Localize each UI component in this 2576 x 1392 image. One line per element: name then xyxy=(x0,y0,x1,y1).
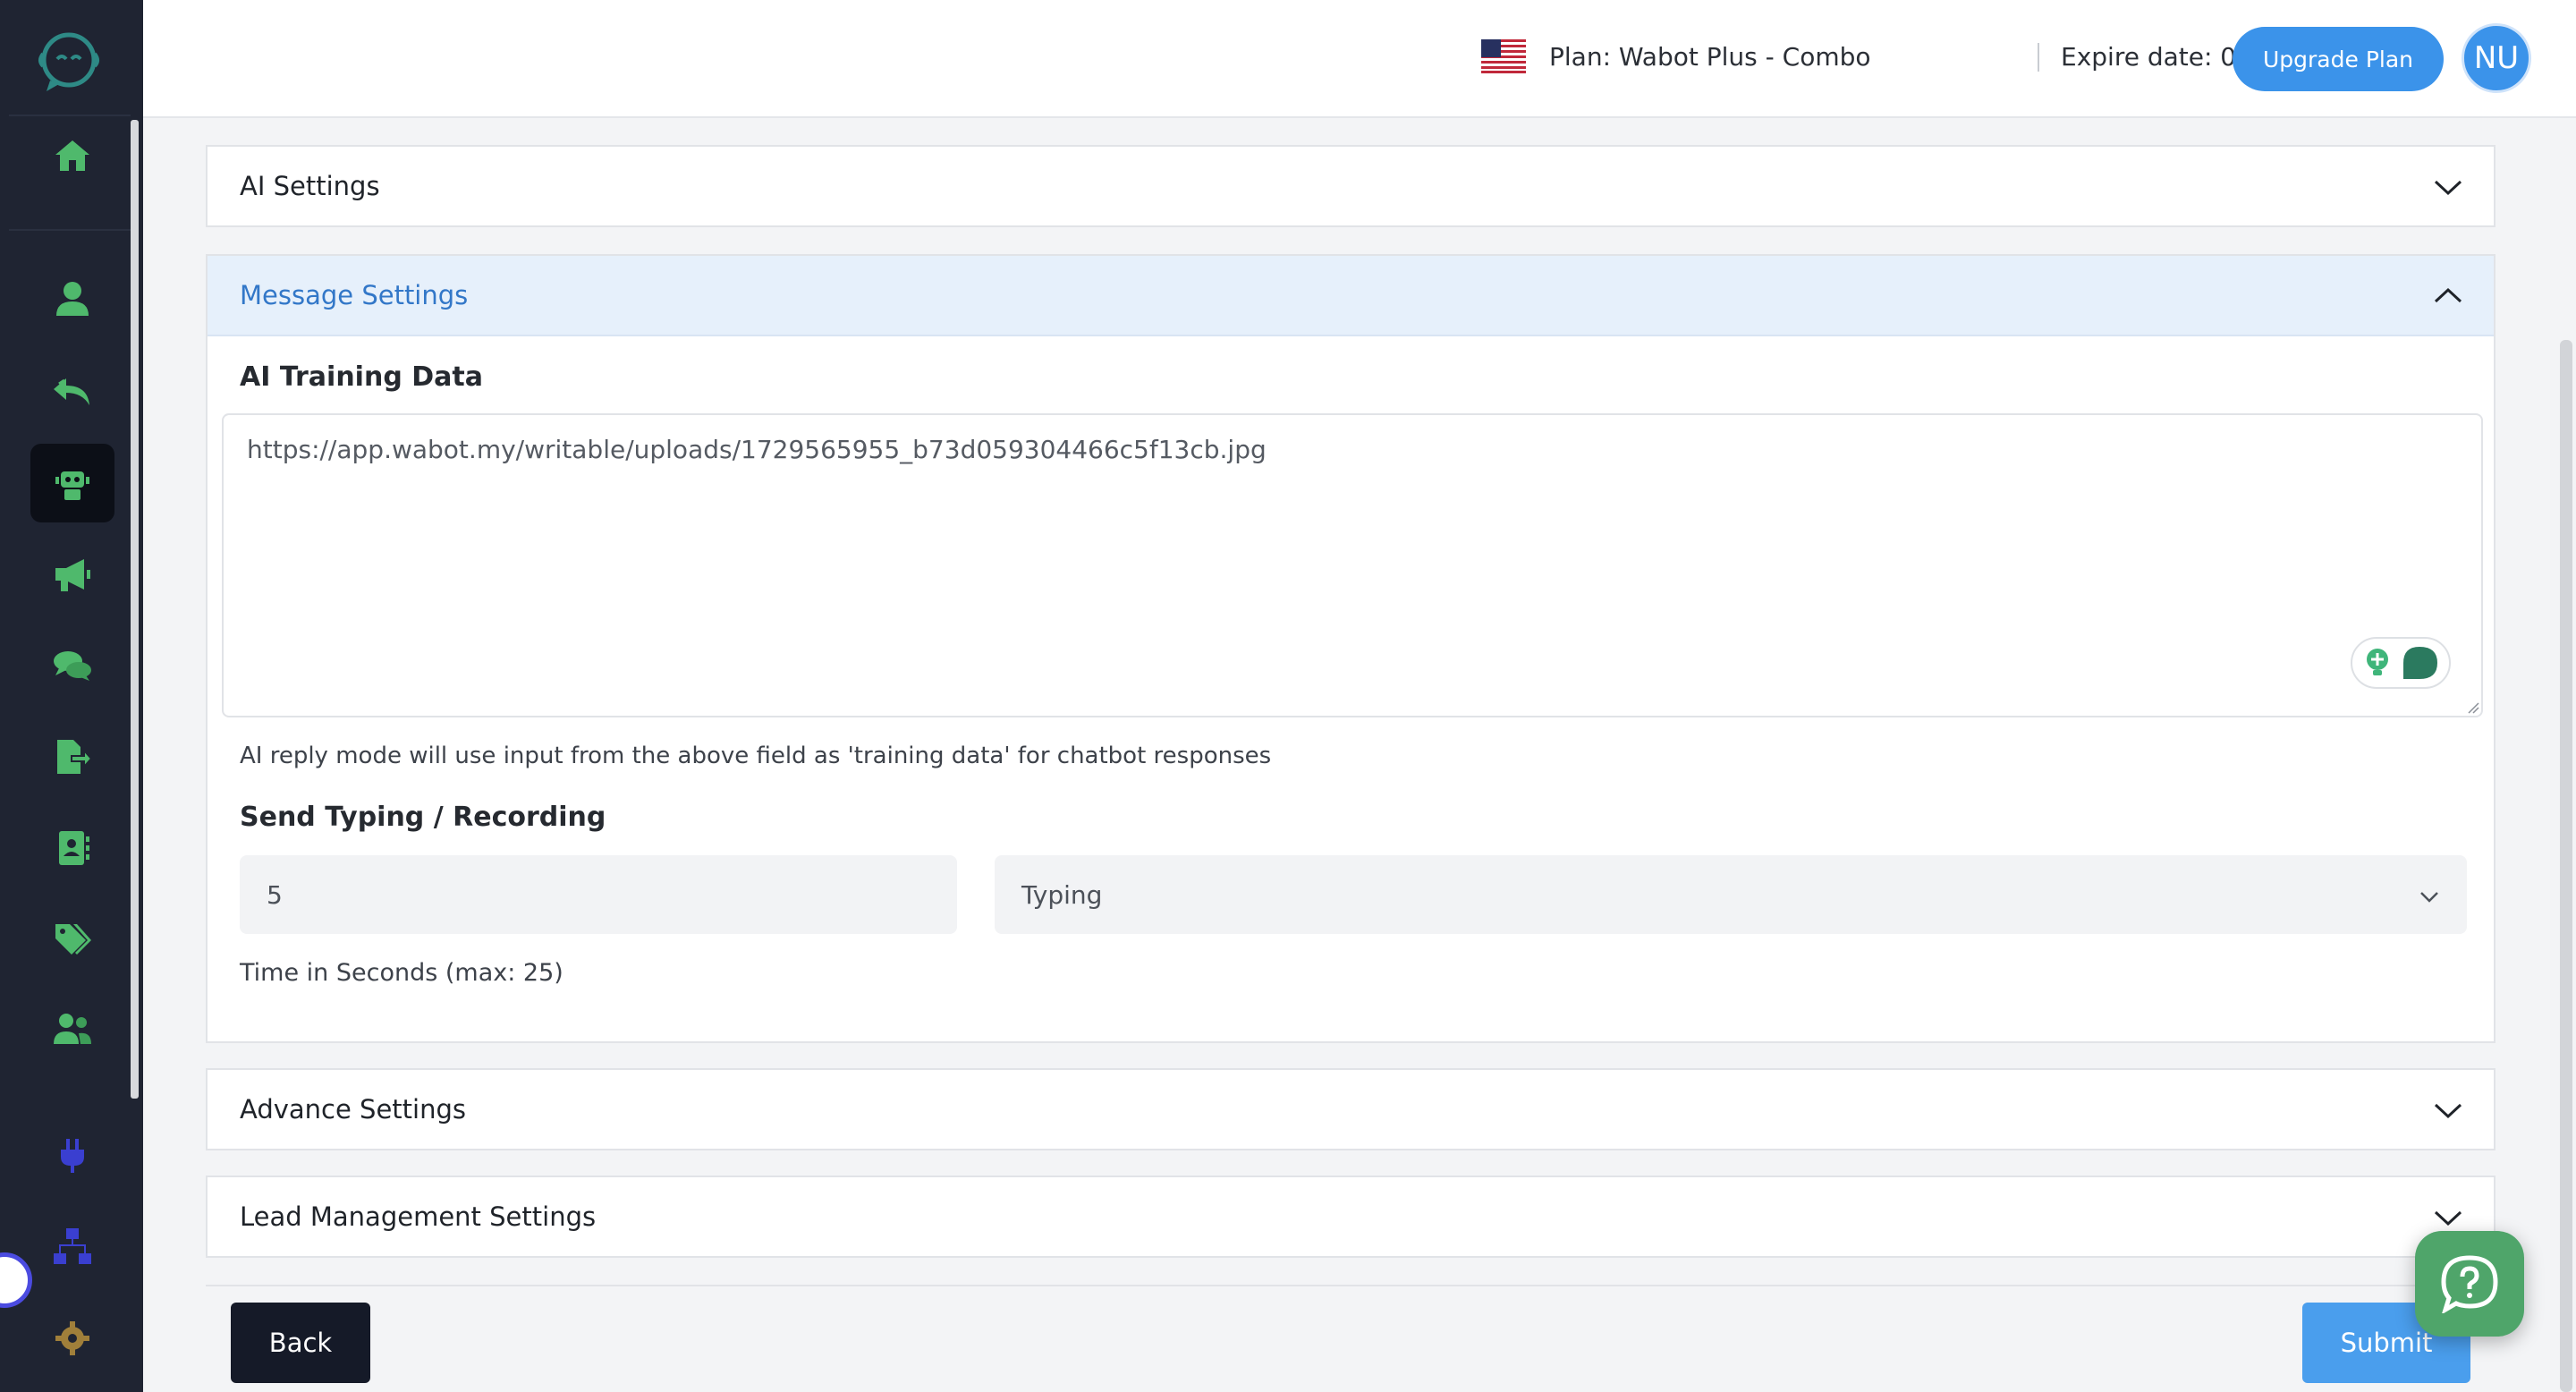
top-bar: Plan: Wabot Plus - Combo Expire date: 06… xyxy=(143,0,2576,118)
panel-title: Advance Settings xyxy=(240,1094,466,1125)
back-button[interactable]: Back xyxy=(231,1303,370,1383)
chevron-down-icon xyxy=(2434,180,2462,196)
resize-handle-icon[interactable] xyxy=(2467,701,2479,714)
chevron-down-icon xyxy=(2434,1103,2462,1119)
address-book-icon xyxy=(59,831,89,865)
robot-icon xyxy=(55,471,89,500)
form-footer: Back Submit xyxy=(206,1285,2496,1392)
panel-lead-management-settings: Lead Management Settings xyxy=(206,1176,2496,1258)
sidebar-item-contacts[interactable] xyxy=(30,259,114,338)
file-export-icon xyxy=(57,740,93,774)
training-data-label: AI Training Data xyxy=(240,361,483,393)
send-typing-label: Send Typing / Recording xyxy=(240,802,606,833)
panel-ai-settings: AI Settings xyxy=(206,145,2496,227)
sidebar-item-address-book[interactable] xyxy=(30,809,114,887)
wabot-logo[interactable] xyxy=(34,27,104,97)
accessibility-toggle[interactable] xyxy=(0,1252,32,1308)
us-flag-icon[interactable] xyxy=(1481,39,1526,73)
chat-bubbles-icon xyxy=(54,651,91,681)
chevron-down-icon xyxy=(2434,1210,2462,1226)
typing-mode-value: Typing xyxy=(1021,879,1103,910)
sidebar-scrollbar[interactable] xyxy=(131,120,139,1099)
chevron-down-icon xyxy=(2420,892,2438,903)
chat-assistant-icon xyxy=(2403,647,2437,679)
sidebar-item-chats[interactable] xyxy=(30,626,114,705)
main-scrollbar[interactable] xyxy=(2560,340,2572,1392)
sidebar-item-export[interactable] xyxy=(30,717,114,796)
sidebar-item-tags[interactable] xyxy=(30,900,114,979)
training-data-help-text: AI reply mode will use input from the ab… xyxy=(240,743,1272,769)
panel-header-message-settings[interactable]: Message Settings xyxy=(208,256,2494,336)
help-chat-button[interactable] xyxy=(2415,1231,2524,1337)
panel-header-advance-settings[interactable]: Advance Settings xyxy=(208,1070,2494,1149)
panel-header-ai-settings[interactable]: AI Settings xyxy=(208,147,2494,225)
sidebar-item-campaigns[interactable] xyxy=(30,535,114,614)
sidebar-item-integrations[interactable] xyxy=(30,1116,114,1195)
lightbulb-icon xyxy=(2367,649,2388,675)
training-data-textarea[interactable]: https://app.wabot.my/writable/uploads/17… xyxy=(222,413,2483,717)
gear-icon xyxy=(55,1321,89,1355)
typing-mode-select[interactable]: Typing xyxy=(995,855,2467,934)
question-chat-icon xyxy=(2441,1255,2498,1313)
sitemap-icon xyxy=(54,1228,91,1264)
header-divider xyxy=(2038,43,2039,72)
chevron-up-icon xyxy=(2434,287,2462,303)
sidebar-item-chatbot[interactable] xyxy=(30,444,114,522)
panel-title: AI Settings xyxy=(240,171,380,201)
sidebar-item-settings[interactable] xyxy=(30,1299,114,1378)
users-icon xyxy=(54,1014,91,1044)
panel-title: Message Settings xyxy=(240,280,469,310)
sidebar-item-home[interactable] xyxy=(30,116,114,195)
plan-label: Plan: Wabot Plus - Combo xyxy=(1549,42,1871,72)
panel-advance-settings: Advance Settings xyxy=(206,1068,2496,1150)
sidebar xyxy=(0,0,143,1392)
panel-header-lead-management[interactable]: Lead Management Settings xyxy=(208,1177,2494,1256)
sidebar-item-team[interactable] xyxy=(30,989,114,1068)
user-icon xyxy=(56,282,89,316)
sidebar-divider xyxy=(9,229,131,231)
tags-icon xyxy=(55,924,91,955)
typing-seconds-input[interactable]: 5 xyxy=(240,855,957,934)
user-avatar[interactable]: NU xyxy=(2462,23,2531,93)
sidebar-item-replies[interactable] xyxy=(30,351,114,429)
upgrade-plan-button[interactable]: Upgrade Plan xyxy=(2233,27,2444,91)
textarea-assist-widget[interactable] xyxy=(2351,637,2451,689)
panel-message-settings: Message Settings AI Training Data https:… xyxy=(206,254,2496,1043)
megaphone-icon xyxy=(55,559,90,591)
panel-title: Lead Management Settings xyxy=(240,1201,597,1232)
sidebar-item-flows[interactable] xyxy=(30,1208,114,1286)
home-icon xyxy=(55,140,89,171)
seconds-help-text: Time in Seconds (max: 25) xyxy=(240,959,564,987)
plug-icon xyxy=(61,1139,84,1173)
reply-all-icon xyxy=(54,378,89,405)
